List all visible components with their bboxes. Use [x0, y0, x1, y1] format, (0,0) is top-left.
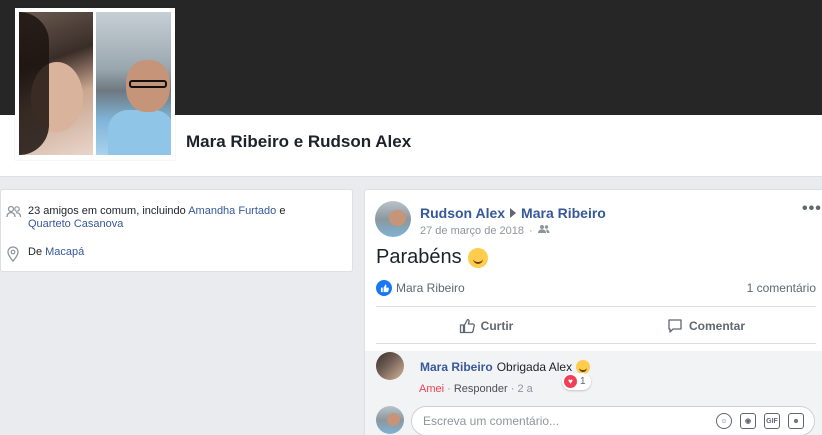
- thumbs-up-icon: [459, 318, 475, 334]
- smiling-emoji-icon: [467, 247, 488, 268]
- hometown-row: De Macapá: [6, 246, 84, 266]
- comment-actions: Amei · Responder · 2 a: [419, 383, 533, 395]
- friends-icon[interactable]: [537, 224, 550, 237]
- post-date[interactable]: 27 de março de 2018: [420, 225, 524, 237]
- profile-photo-rudson[interactable]: [96, 12, 171, 155]
- reactor-name[interactable]: Mara Ribeiro: [396, 281, 465, 295]
- comment-count[interactable]: 1 comentário: [747, 281, 816, 295]
- emoji-icon[interactable]: ☺: [716, 413, 732, 429]
- mutual-friends-text: 23 amigos em comum, incluindo: [28, 205, 186, 217]
- post-header: Rudson Alex Mara Ribeiro: [420, 205, 606, 221]
- reply-link[interactable]: Responder: [454, 383, 508, 395]
- profile-photo-mara[interactable]: [19, 12, 93, 155]
- page-title: Mara Ribeiro e Rudson Alex: [186, 132, 412, 151]
- comment-author-link[interactable]: Mara Ribeiro: [420, 360, 493, 374]
- divider: [376, 343, 816, 344]
- commenter-avatar[interactable]: [376, 352, 404, 380]
- post-actions: Curtir Comentar: [376, 309, 816, 343]
- composer-icons: ☺ ◉ GIF ☻: [716, 413, 804, 429]
- location-pin-icon: [6, 246, 24, 266]
- comment-button[interactable]: Comentar: [596, 309, 816, 343]
- gif-icon[interactable]: GIF: [764, 413, 780, 429]
- love-reaction-link[interactable]: Amei: [419, 383, 444, 395]
- comment-reaction-badge[interactable]: ♥ 1: [562, 373, 591, 390]
- post-message: Parabéns: [376, 246, 488, 269]
- comment-input[interactable]: Escreva um comentário... ☺ ◉ GIF ☻: [411, 406, 815, 435]
- current-user-avatar[interactable]: [376, 406, 404, 434]
- like-reaction-icon: [376, 280, 392, 296]
- intro-card: 23 amigos em comum, incluindo Amandha Fu…: [0, 189, 353, 272]
- heart-icon: ♥: [564, 375, 577, 388]
- comment-text: Obrigada Alex: [496, 360, 573, 374]
- camera-icon[interactable]: ◉: [740, 413, 756, 429]
- divider: [376, 306, 816, 307]
- mutual-friend-link[interactable]: Amandha Furtado: [188, 205, 276, 217]
- sticker-icon[interactable]: ☻: [788, 413, 804, 429]
- hometown-link[interactable]: Macapá: [45, 246, 84, 266]
- author-link[interactable]: Rudson Alex: [420, 205, 505, 221]
- comment-time[interactable]: 2 a: [517, 383, 532, 395]
- mutual-friends-row: 23 amigos em comum, incluindo Amandha Fu…: [6, 205, 328, 231]
- post-meta: 27 de março de 2018 ·: [420, 224, 550, 237]
- reactions-summary: Mara Ribeiro 1 comentário: [376, 280, 816, 296]
- like-button[interactable]: Curtir: [376, 309, 596, 343]
- mutual-friend-link[interactable]: Quarteto Casanova: [28, 218, 123, 230]
- post-card: Rudson Alex Mara Ribeiro 27 de março de …: [364, 189, 822, 435]
- comment-icon: [668, 319, 682, 333]
- more-options-icon[interactable]: •••: [802, 200, 822, 218]
- recipient-link[interactable]: Mara Ribeiro: [521, 205, 606, 221]
- profile-photos[interactable]: [15, 8, 175, 160]
- smiling-emoji-icon: [576, 360, 591, 374]
- author-avatar[interactable]: [375, 201, 411, 237]
- arrow-right-icon: [510, 208, 517, 218]
- friends-icon: [6, 205, 24, 231]
